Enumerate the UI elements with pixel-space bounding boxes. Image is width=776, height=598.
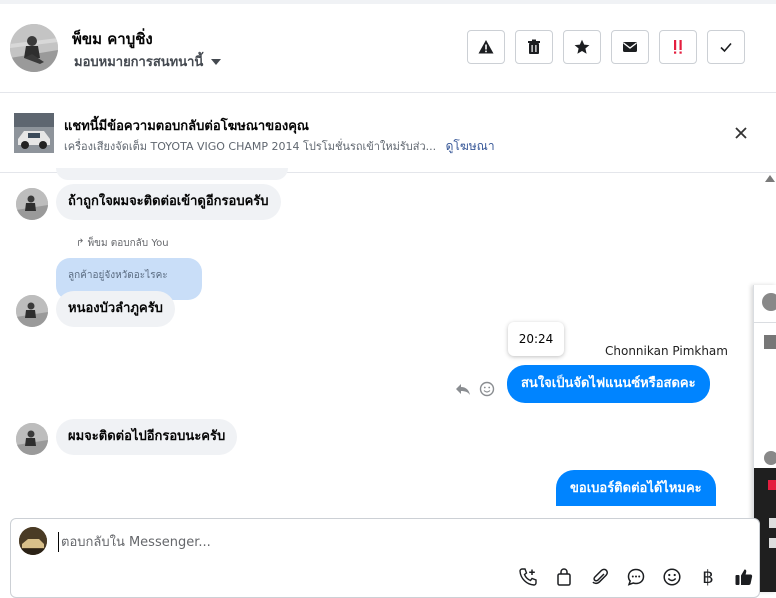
chat-bubble-icon[interactable] <box>624 565 648 589</box>
outgoing-message[interactable]: สนใจเป็นจัดไฟแนนซ์หรือสดคะ <box>507 365 710 403</box>
mark-unread-button[interactable] <box>611 30 649 64</box>
incoming-message[interactable]: ผมจะติดต่อไปอีกรอบนะครับ <box>56 419 238 455</box>
incoming-message[interactable]: ถ้าถูกใจผมจะติดต่อเข้าดูอีกรอบครับ <box>56 184 281 220</box>
view-ad-link[interactable]: ดูโฆษณา <box>446 139 495 153</box>
ad-description-text: เครื่องเสียงจัดเต็ม TOYOTA VIGO CHAMP 20… <box>64 140 437 153</box>
timestamp-tooltip: 20:24 <box>508 322 564 356</box>
baht-icon[interactable]: ฿ <box>696 565 720 589</box>
reply-arrow-icon: ↱ <box>76 238 85 249</box>
avatar[interactable] <box>764 451 776 465</box>
reply-icon[interactable] <box>455 381 471 397</box>
reply-indicator-text: พ็ขม ตอบกลับ You <box>87 238 169 249</box>
star-icon <box>574 39 590 54</box>
outgoing-message[interactable]: ขอเบอร์ติดต่อได้ไหมคะ <box>556 470 716 506</box>
reply-input[interactable] <box>58 532 461 552</box>
report-spam-button[interactable] <box>467 30 505 64</box>
close-icon[interactable] <box>734 124 748 145</box>
sender-name: Chonnikan Pimkham <box>605 344 728 358</box>
ad-banner-description: เครื่องเสียงจัดเต็ม TOYOTA VIGO CHAMP 20… <box>64 137 495 156</box>
thumbnail[interactable] <box>764 335 776 349</box>
delete-button[interactable] <box>515 30 553 64</box>
header-divider <box>0 0 776 4</box>
phone-plus-icon[interactable] <box>516 565 540 589</box>
quoted-message-text: ลูกค้าอยู่จังหวัดอะไรคะ <box>68 270 168 281</box>
thumbs-up-icon[interactable] <box>732 565 756 589</box>
text-glyph <box>769 518 776 528</box>
incoming-message[interactable]: หนองบัวลำภูครับ <box>56 291 175 327</box>
paperclip-icon[interactable] <box>588 565 612 589</box>
badge-icon <box>768 480 776 490</box>
reply-indicator: ↱ พ็ขม ตอบกลับ You <box>76 236 169 251</box>
smiley-icon[interactable] <box>660 565 684 589</box>
assign-conversation-dropdown[interactable]: มอบหมายการสนทนานี้ <box>74 51 222 72</box>
chevron-down-icon <box>211 58 222 65</box>
envelope-icon <box>623 42 637 52</box>
text-glyph <box>769 538 776 548</box>
ad-thumbnail[interactable] <box>14 113 54 153</box>
ad-banner-title: แชทนี้มีข้อความตอบกลับต่อโฆษณาของคุณ <box>64 119 309 134</box>
avatar[interactable] <box>16 423 48 455</box>
assign-label: มอบหมายการสนทนานี้ <box>74 55 204 70</box>
react-smiley-icon[interactable] <box>479 381 495 397</box>
contact-name[interactable]: พ็ขม คาบูชิ่ง <box>72 27 153 51</box>
avatar[interactable] <box>16 295 48 327</box>
trash-icon <box>528 39 540 54</box>
mark-done-button[interactable] <box>707 30 745 64</box>
previous-message-bubble <box>56 168 288 180</box>
check-icon <box>720 42 732 53</box>
divider <box>754 322 776 323</box>
follow-up-icon <box>674 40 682 54</box>
avatar[interactable] <box>762 293 776 311</box>
ad-reply-banner: แชทนี้มีข้อความตอบกลับต่อโฆษณาของคุณ เคร… <box>0 93 776 173</box>
star-button[interactable] <box>563 30 601 64</box>
follow-up-button[interactable] <box>659 30 697 64</box>
shopping-bag-icon[interactable] <box>552 565 576 589</box>
warning-icon <box>478 40 494 54</box>
contact-avatar[interactable] <box>10 24 58 72</box>
page-avatar <box>19 527 47 555</box>
scroll-up-arrow-icon[interactable] <box>765 175 775 182</box>
avatar[interactable] <box>16 188 48 220</box>
